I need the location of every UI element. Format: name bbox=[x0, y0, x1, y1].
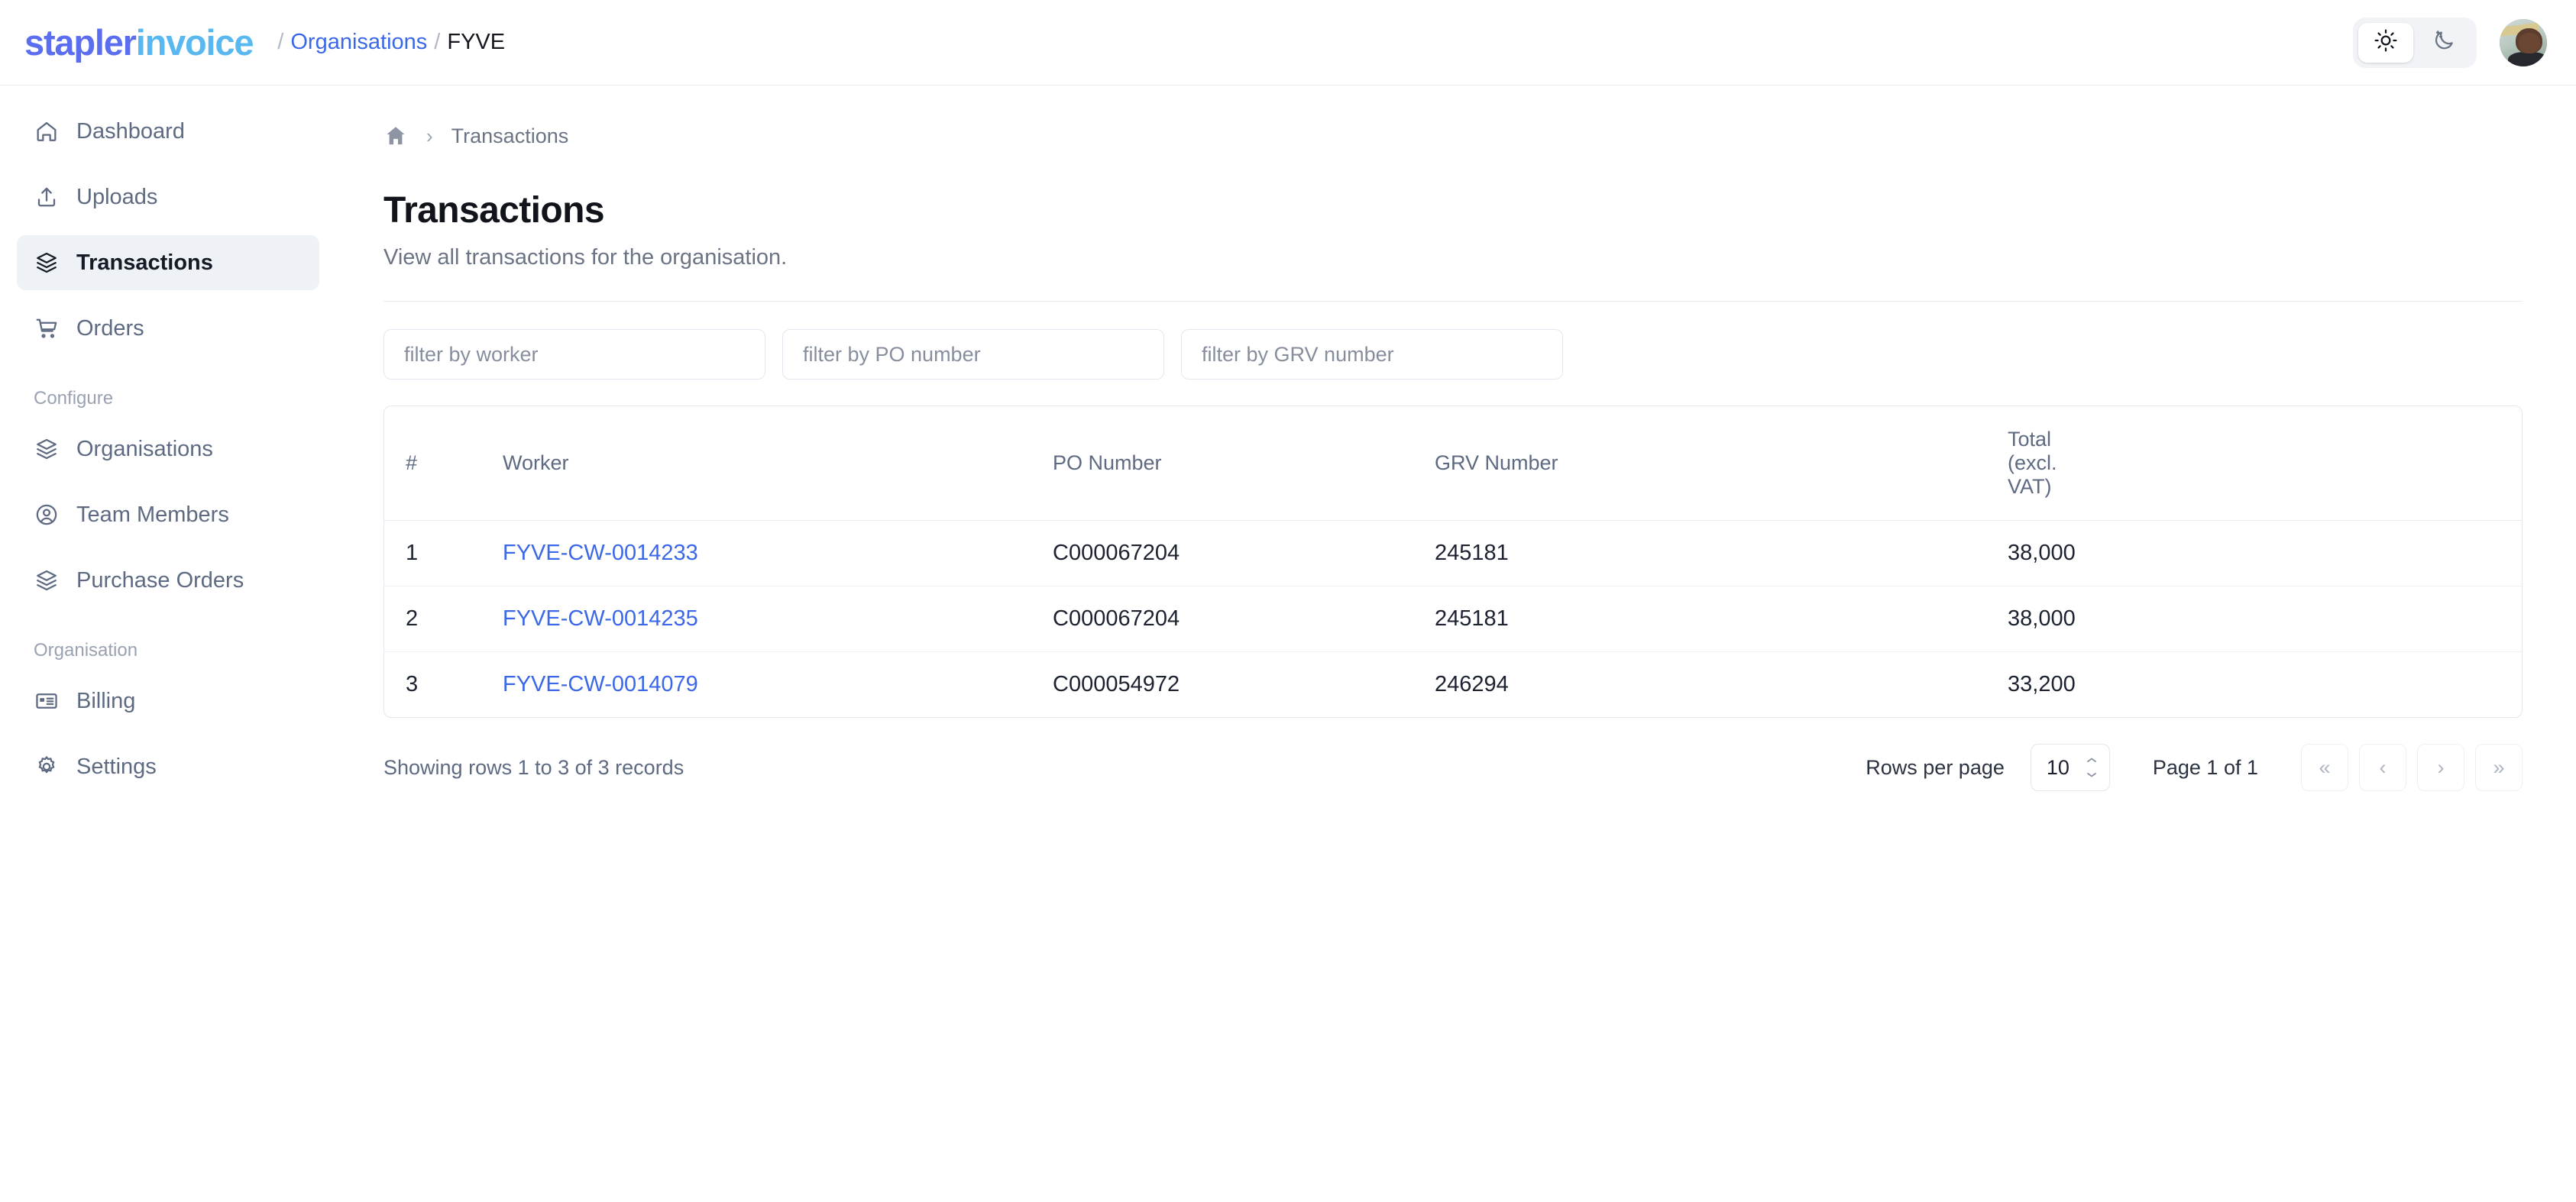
sidebar-item-uploads[interactable]: Uploads bbox=[17, 170, 319, 225]
breadcrumb-item-organisations[interactable]: Organisations bbox=[290, 30, 427, 55]
breadcrumb: / Organisations / FYVE bbox=[277, 30, 505, 55]
cell-total: 38,000 bbox=[2008, 586, 2522, 652]
column-header-po: PO Number bbox=[1053, 406, 1435, 521]
sidebar-item-dashboard[interactable]: Dashboard bbox=[17, 104, 319, 159]
sidebar-item-label: Dashboard bbox=[76, 118, 185, 144]
cart-icon bbox=[34, 315, 60, 341]
stepper-chevrons-icon bbox=[2085, 758, 2099, 777]
user-circle-icon bbox=[34, 502, 60, 528]
home-icon bbox=[34, 118, 60, 144]
home-icon[interactable] bbox=[383, 124, 408, 148]
rows-per-page-value: 10 bbox=[2046, 755, 2070, 779]
layers-icon bbox=[34, 250, 60, 276]
sidebar-item-billing[interactable]: Billing bbox=[17, 674, 319, 729]
cell-index: 1 bbox=[384, 520, 503, 586]
theme-light-button[interactable] bbox=[2358, 22, 2413, 63]
transactions-table: # Worker PO Number GRV Number Total (exc… bbox=[383, 406, 2523, 718]
worker-link[interactable]: FYVE-CW-0014079 bbox=[503, 672, 698, 696]
moon-icon bbox=[2432, 28, 2456, 57]
card-icon bbox=[34, 688, 60, 714]
filter-po-number-input[interactable] bbox=[782, 329, 1164, 380]
breadcrumb-current: Transactions bbox=[451, 124, 569, 147]
sidebar-group-configure-label: Configure bbox=[34, 388, 114, 409]
cell-po-number: C000054972 bbox=[1053, 672, 1180, 696]
theme-dark-button[interactable] bbox=[2416, 23, 2471, 63]
next-page-button[interactable]: › bbox=[2417, 744, 2464, 791]
sidebar-item-label: Organisations bbox=[76, 436, 213, 461]
chevron-right-icon: › bbox=[426, 124, 433, 147]
cell-grv-number: 246294 bbox=[1435, 672, 1509, 696]
sidebar-item-organisations[interactable]: Organisations bbox=[17, 422, 319, 477]
layers-icon bbox=[34, 436, 60, 462]
rows-per-page-label: Rows per page bbox=[1866, 755, 2005, 779]
page-subtitle: View all transactions for the organisati… bbox=[383, 245, 788, 270]
cell-index: 2 bbox=[384, 586, 503, 652]
sidebar-item-purchase-orders[interactable]: Purchase Orders bbox=[17, 553, 319, 608]
table-footer: Showing rows 1 to 3 of 3 records Rows pe… bbox=[383, 744, 2523, 791]
column-header-grv: GRV Number bbox=[1435, 406, 2008, 521]
cell-total: 33,200 bbox=[2008, 672, 2076, 696]
table-row[interactable]: 2 FYVE-CW-0014235 C000067204 245181 38,0… bbox=[384, 586, 2522, 652]
cell-total: 38,000 bbox=[2008, 520, 2522, 586]
sidebar-item-team-members[interactable]: Team Members bbox=[17, 487, 319, 542]
gear-icon bbox=[34, 754, 60, 780]
header-divider bbox=[383, 301, 2523, 302]
rows-per-page-select[interactable]: 10 bbox=[2030, 744, 2110, 791]
page-title: Transactions bbox=[383, 190, 605, 231]
sidebar-item-label: Uploads bbox=[76, 184, 158, 209]
upload-icon bbox=[34, 184, 60, 210]
sidebar-group-organisation-label: Organisation bbox=[34, 640, 138, 661]
worker-link[interactable]: FYVE-CW-0014235 bbox=[503, 606, 698, 631]
worker-link[interactable]: FYVE-CW-0014233 bbox=[503, 541, 698, 565]
table-row[interactable]: 1 FYVE-CW-0014233 C000067204 245181 38,0… bbox=[384, 520, 2522, 586]
prev-page-button[interactable]: ‹ bbox=[2359, 744, 2406, 791]
table-header-row: # Worker PO Number GRV Number Total (exc… bbox=[384, 406, 2522, 521]
sidebar: Dashboard Uploads Transactions Orders Co… bbox=[0, 86, 336, 794]
pagination-controls: Rows per page 10 Page 1 of 1 « ‹ › » bbox=[1866, 744, 2523, 791]
sidebar-item-label: Settings bbox=[76, 754, 157, 779]
column-header-total: Total (excl. VAT) bbox=[2008, 406, 2522, 521]
breadcrumb-separator: / bbox=[277, 30, 284, 54]
layers-icon bbox=[34, 567, 60, 593]
column-header-worker: Worker bbox=[503, 406, 1053, 521]
column-header-index: # bbox=[384, 406, 503, 521]
avatar[interactable] bbox=[2500, 18, 2547, 66]
table-row[interactable]: 3 FYVE-CW-0014079 C000054972 246294 33,2… bbox=[384, 652, 2522, 718]
filter-grv-number-input[interactable] bbox=[1181, 329, 1563, 380]
sidebar-item-settings[interactable]: Settings bbox=[17, 739, 319, 794]
filter-worker-input[interactable] bbox=[383, 329, 765, 380]
logo-text-primary: stapler bbox=[24, 22, 137, 63]
sidebar-item-label: Billing bbox=[76, 688, 136, 713]
page-indicator: Page 1 of 1 bbox=[2152, 755, 2258, 779]
sidebar-item-label: Transactions bbox=[76, 250, 213, 275]
first-page-button[interactable]: « bbox=[2301, 744, 2348, 791]
breadcrumb-item-fyve: FYVE bbox=[447, 30, 506, 54]
pagination-buttons: « ‹ › » bbox=[2301, 744, 2523, 791]
cell-grv-number: 245181 bbox=[1435, 586, 2008, 652]
sun-icon bbox=[2374, 28, 2398, 57]
cell-po-number: C000067204 bbox=[1053, 586, 1435, 652]
sidebar-item-label: Orders bbox=[76, 315, 144, 341]
sidebar-item-transactions[interactable]: Transactions bbox=[17, 235, 319, 290]
last-page-button[interactable]: » bbox=[2475, 744, 2523, 791]
sidebar-item-label: Team Members bbox=[76, 502, 229, 527]
cell-grv-number: 245181 bbox=[1435, 520, 2008, 586]
records-summary: Showing rows 1 to 3 of 3 records bbox=[383, 755, 684, 779]
content-breadcrumb: › Transactions bbox=[383, 119, 2523, 153]
logo-text-secondary: invoice bbox=[135, 22, 254, 63]
theme-toggle[interactable] bbox=[2353, 17, 2477, 68]
top-bar: staplerinvoice / Organisations / FYVE bbox=[0, 0, 2576, 86]
sidebar-item-orders[interactable]: Orders bbox=[17, 301, 319, 356]
breadcrumb-separator: / bbox=[434, 30, 441, 54]
sidebar-item-label: Purchase Orders bbox=[76, 567, 244, 593]
cell-index: 3 bbox=[406, 672, 419, 696]
app-logo[interactable]: staplerinvoice bbox=[24, 21, 254, 63]
cell-po-number: C000067204 bbox=[1053, 520, 1435, 586]
main-content: › Transactions Transactions View all tra… bbox=[336, 86, 2576, 791]
filter-bar bbox=[383, 329, 2523, 380]
top-bar-actions bbox=[2353, 17, 2547, 68]
